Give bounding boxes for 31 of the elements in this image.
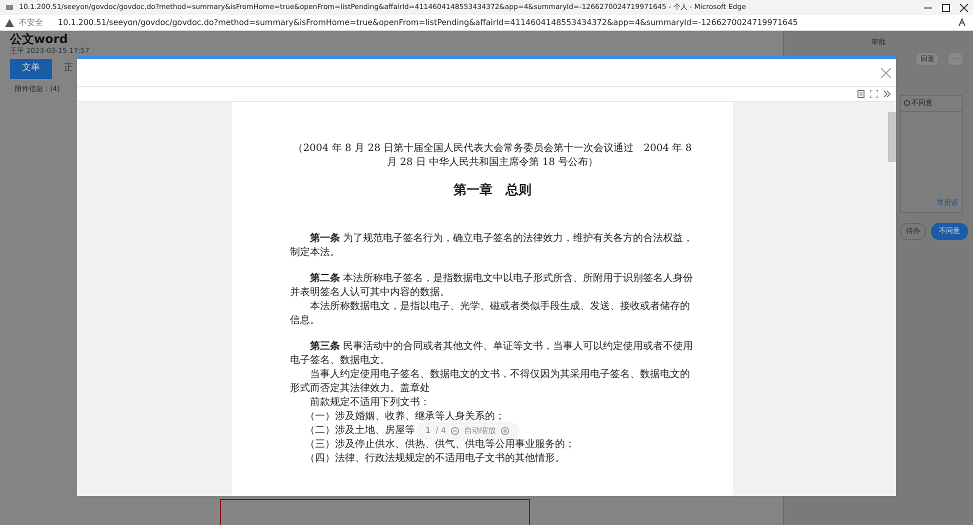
document-title: 公文word — [10, 32, 69, 46]
zoom-out-icon[interactable] — [450, 427, 459, 435]
zoom-in-icon[interactable] — [500, 427, 509, 435]
double-chevron-icon[interactable] — [883, 90, 891, 98]
scrollbar-thumb[interactable] — [888, 112, 896, 162]
chapter-heading: 第一章 总则 — [452, 184, 532, 198]
paragraph: 当事人约定使用电子签名、数据电文的文书，不得仅因为其采用电子签名、数据电文的形式而否定其法律效力。盖章处 — [290, 368, 691, 396]
list-item: （二）涉及土地、房屋等 — [305, 424, 415, 438]
preface-text: （2004 年 8 月 28 日第十届全国人民代表大会常务委员会第十一次会议通过 2004 年 8 月 28 日 中华人民共和国主席令第 18 号公布） — [292, 142, 693, 170]
paragraph: 前款规定不适用下列文书： — [309, 396, 431, 410]
warning-icon — [5, 18, 14, 26]
close-icon[interactable] — [960, 4, 968, 12]
read-aloud-icon[interactable] — [958, 18, 968, 27]
browser-logo-icon — [5, 3, 14, 12]
zoom-mode-select[interactable]: 自动缩放 — [464, 424, 496, 438]
address-field[interactable]: 10.1.200.51/seeyon/govdoc/govdoc.do?method=summary&isFromHome=true&openFrom=listPending&affairId=4114604148553434372&app=4&summaryId=-1266270024719971645 — [58, 16, 798, 28]
page-number-field[interactable]: 1 — [426, 424, 431, 438]
page-total: / 4 — [436, 425, 446, 437]
radio-button[interactable] — [904, 100, 910, 106]
article-paragraph: 第二条 本法所称电子签名，是指数据电文中以电子形式所含、所附用于识别签名人身份并表明签名人认可其中内容的数据。 — [290, 272, 694, 300]
paragraph: 本法所称数据电文，是指以电子、光学、磁或者类似手段生成、发送、接收或者储存的信息。 — [290, 300, 691, 328]
article-paragraph: 第三条 民事活动中的合同或者其他文件、单证等文书，当事人可以约定使用或者不使用电子签名、数据电文。 — [290, 340, 694, 368]
list-item: （一）涉及婚姻、收养、继承等人身关系的； — [304, 410, 506, 424]
security-label[interactable]: 不安全 — [19, 16, 43, 28]
maximize-icon[interactable] — [942, 4, 950, 12]
fullscreen-icon[interactable] — [870, 90, 878, 98]
list-item: （三）涉及停止供水、供热、供气、供电等公用事业服务的； — [304, 438, 576, 452]
document-icon[interactable] — [857, 90, 865, 98]
tab[interactable]: 文单 — [10, 59, 52, 78]
list-item: （四）法律、行政法规规定的不适用电子文书的其他情形。 — [304, 452, 566, 466]
article-paragraph: 第一条 为了规范电子签名行为，确立电子签名的法律效力，维护有关各方的合法权益，制定本法。 — [290, 232, 694, 260]
